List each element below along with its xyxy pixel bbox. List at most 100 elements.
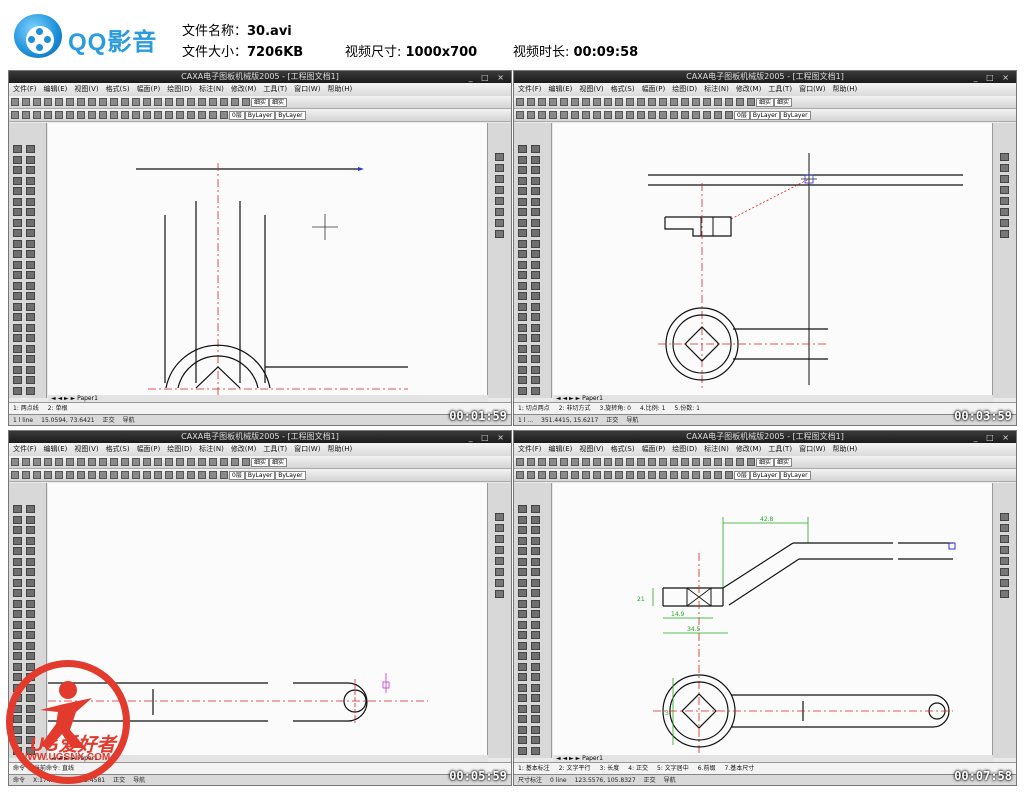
menu-item[interactable]: 文件(F) [518, 445, 542, 453]
status-field: 正交 [606, 417, 619, 424]
menu-item[interactable]: 帮助(H) [832, 445, 857, 453]
command-option[interactable]: 4.比例: 1 [640, 405, 665, 412]
command-option[interactable]: 1: 两点线 [13, 405, 39, 412]
menu-item[interactable]: 文件(F) [13, 445, 37, 453]
layer-combo[interactable]: 细实 [251, 458, 270, 467]
layer-combo[interactable]: 细实 [756, 458, 775, 467]
layer-combo-2[interactable]: 细实 [269, 98, 288, 107]
menu-item[interactable]: 视图(V) [579, 445, 603, 453]
command-option[interactable]: 2: 单根 [48, 405, 68, 412]
command-option[interactable]: 5.份数: 1 [674, 405, 699, 412]
right-toolbox[interactable] [992, 123, 1016, 398]
layer-combo[interactable]: 细实 [756, 98, 775, 107]
tab-paper1[interactable]: Paper1 [582, 395, 603, 402]
menu-item[interactable]: 幅面(P) [642, 445, 666, 453]
menu-item[interactable]: 文件(F) [13, 85, 37, 93]
cad-drawing: 42.8 14.9 34.5 21 3 [637, 516, 956, 755]
command-option[interactable]: 1: 切点两点 [518, 405, 550, 412]
menu-item[interactable]: 标注(N) [199, 85, 224, 93]
menu-item[interactable]: 编辑(E) [44, 445, 68, 453]
status-field: 正交 [102, 417, 115, 424]
menu-item[interactable]: 帮助(H) [327, 445, 352, 453]
color-combo[interactable]: ByLayer [780, 471, 811, 480]
command-option[interactable]: 7.基本尺寸 [724, 765, 754, 772]
linetype-combo[interactable]: ByLayer [244, 471, 276, 480]
command-option[interactable]: 3: 长度 [600, 765, 620, 772]
drawing-toolbox[interactable] [9, 123, 47, 398]
command-option[interactable]: 5: 文字居中 [657, 765, 689, 772]
menu-item[interactable]: 窗口(W) [799, 85, 825, 93]
menu-item[interactable]: 绘图(D) [672, 445, 697, 453]
menu-item[interactable]: 视图(V) [579, 85, 603, 93]
menu-item[interactable]: 编辑(E) [549, 85, 573, 93]
layer-combo-2[interactable]: 细实 [774, 458, 793, 467]
menu-item[interactable]: 绘图(D) [167, 445, 192, 453]
menu-item[interactable]: 标注(N) [704, 85, 729, 93]
menu-item[interactable]: 幅面(P) [137, 85, 161, 93]
menu-item[interactable]: 绘图(D) [167, 85, 192, 93]
menu-item[interactable]: 窗口(W) [294, 85, 320, 93]
menu-item[interactable]: 编辑(E) [549, 445, 573, 453]
menu-item[interactable]: 窗口(W) [799, 445, 825, 453]
menu-item[interactable]: 绘图(D) [672, 85, 697, 93]
menu-item[interactable]: 修改(M) [736, 85, 762, 93]
tab-paper1[interactable]: Paper1 [77, 395, 98, 402]
drawing-toolbox[interactable] [514, 483, 552, 758]
drawing-toolbox[interactable] [514, 123, 552, 398]
color-combo[interactable]: ByLayer [275, 471, 306, 480]
menu-item[interactable]: 视图(V) [74, 85, 98, 93]
menu-item[interactable]: 工具(T) [263, 445, 287, 453]
command-option[interactable]: 4: 正交 [628, 765, 648, 772]
drawing-canvas[interactable] [48, 123, 488, 395]
menu-item[interactable]: 工具(T) [768, 445, 792, 453]
tab-paper1[interactable]: Paper1 [582, 755, 603, 762]
right-toolbox[interactable] [992, 483, 1016, 758]
color-combo[interactable]: ByLayer [275, 111, 306, 120]
drawing-canvas[interactable] [553, 123, 993, 395]
menu-item[interactable]: 帮助(H) [327, 85, 352, 93]
menu-item[interactable]: 工具(T) [768, 85, 792, 93]
layer-name[interactable]: 0层 [229, 111, 245, 120]
menu-item[interactable]: 标注(N) [704, 445, 729, 453]
command-option[interactable]: 1: 基本标注 [518, 765, 550, 772]
cad-drawing [136, 163, 408, 395]
window-titlebar: CAXA电子图板机械版2005 - [工程图文档1] _ □ × [9, 431, 511, 443]
menu-item[interactable]: 格式(S) [611, 445, 635, 453]
layer-combo-2[interactable]: 细实 [774, 98, 793, 107]
layer-name[interactable]: 0层 [229, 471, 245, 480]
layer-combo-2[interactable]: 细实 [269, 458, 288, 467]
menu-item[interactable]: 幅面(P) [642, 85, 666, 93]
svg-text:42.8: 42.8 [760, 516, 774, 523]
menu-item[interactable]: 视图(V) [74, 445, 98, 453]
command-option[interactable]: 2: 非切方式 [559, 405, 591, 412]
menu-item[interactable]: 标注(N) [199, 445, 224, 453]
video-frame-4: CAXA电子图板机械版2005 - [工程图文档1] _ □ × 文件(F) 编辑… [513, 430, 1017, 786]
menu-item[interactable]: 帮助(H) [832, 85, 857, 93]
menu-item[interactable]: 修改(M) [231, 445, 257, 453]
linetype-combo[interactable]: ByLayer [749, 111, 781, 120]
drawing-canvas[interactable]: 42.8 14.9 34.5 21 3 [553, 483, 993, 755]
command-option[interactable]: 6.前缀 [698, 765, 716, 772]
command-option[interactable]: 2: 文字平行 [559, 765, 591, 772]
menu-item[interactable]: 修改(M) [736, 445, 762, 453]
linetype-combo[interactable]: ByLayer [749, 471, 781, 480]
menu-item[interactable]: 编辑(E) [44, 85, 68, 93]
menu-item[interactable]: 修改(M) [231, 85, 257, 93]
color-combo[interactable]: ByLayer [780, 111, 811, 120]
menu-item[interactable]: 格式(S) [106, 85, 130, 93]
layer-combo[interactable]: 细实 [251, 98, 270, 107]
layer-name[interactable]: 0层 [734, 471, 750, 480]
menu-item[interactable]: 格式(S) [106, 445, 130, 453]
menu-item[interactable]: 幅面(P) [137, 445, 161, 453]
right-toolbox[interactable] [487, 483, 511, 758]
layer-name[interactable]: 0层 [734, 111, 750, 120]
linetype-combo[interactable]: ByLayer [244, 111, 276, 120]
status-field: 尺寸标注 [518, 777, 543, 784]
command-bar: 1: 两点线 2: 单根 [9, 402, 511, 414]
menu-item[interactable]: 窗口(W) [294, 445, 320, 453]
menu-item[interactable]: 工具(T) [263, 85, 287, 93]
command-option[interactable]: 3.旋转角: 0 [600, 405, 631, 412]
right-toolbox[interactable] [487, 123, 511, 398]
menu-item[interactable]: 格式(S) [611, 85, 635, 93]
menu-item[interactable]: 文件(F) [518, 85, 542, 93]
